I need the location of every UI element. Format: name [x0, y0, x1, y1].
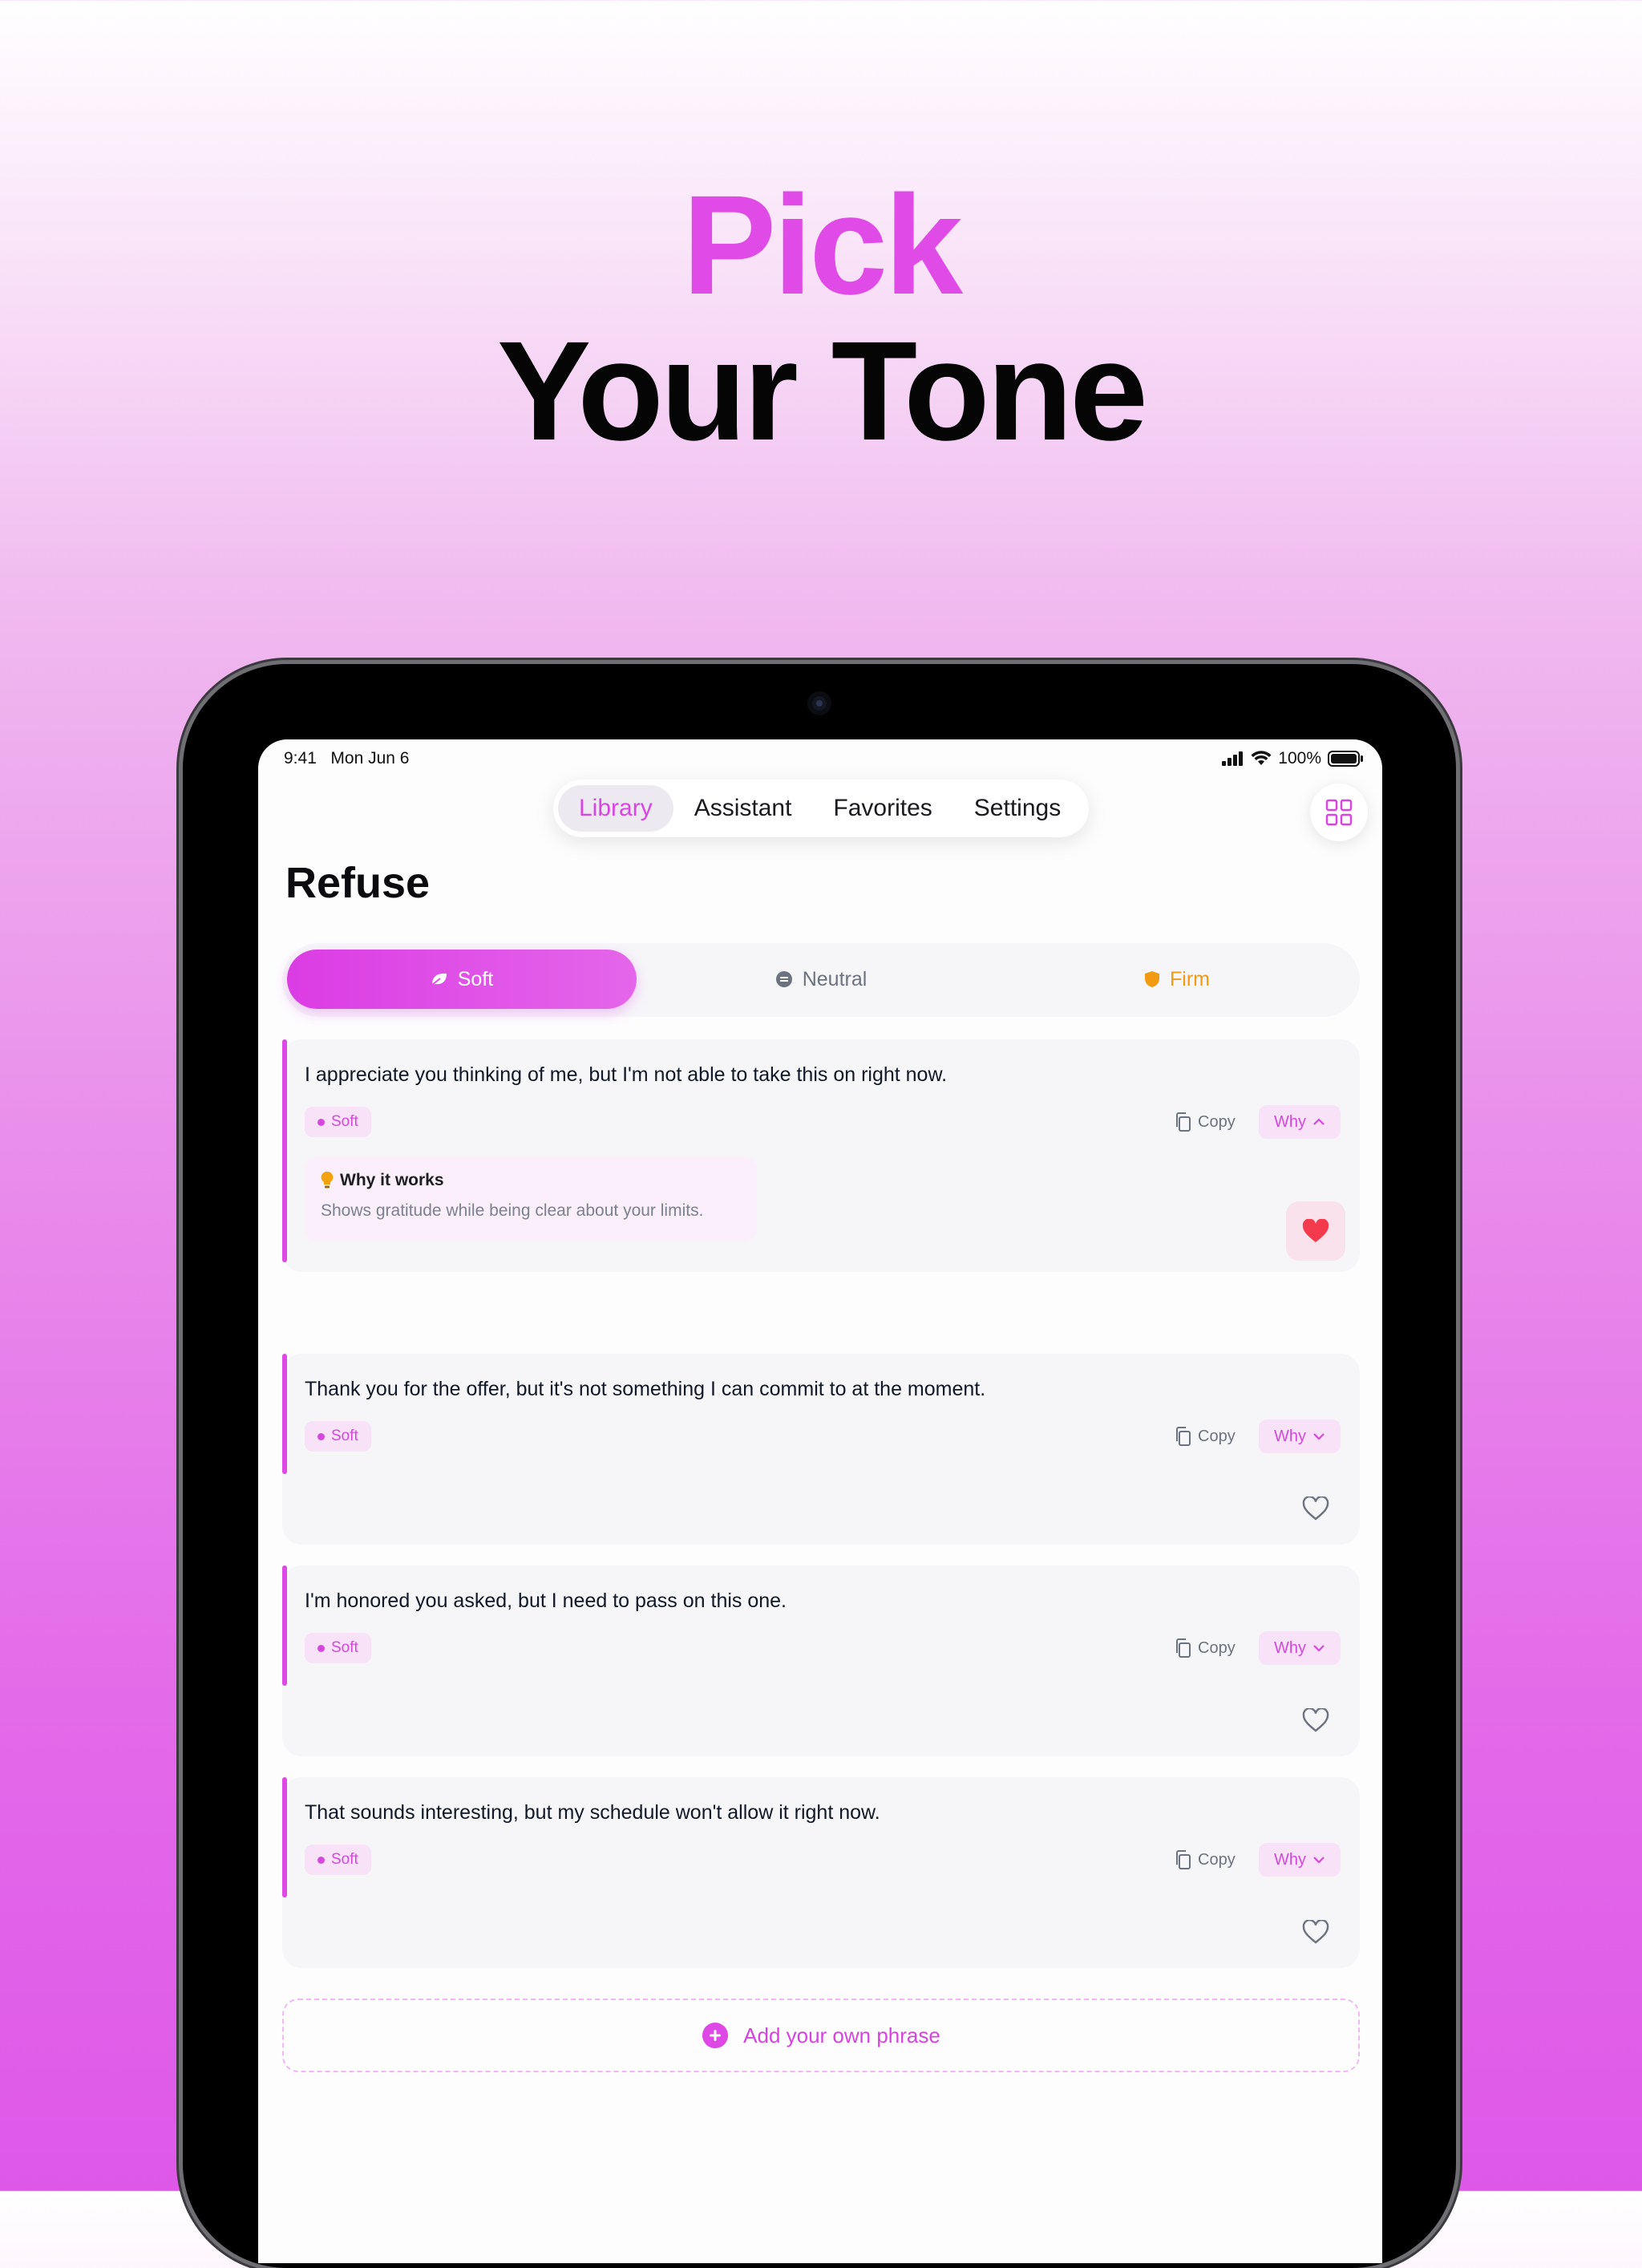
heart-outline-icon [1302, 1496, 1329, 1521]
copy-button[interactable]: Copy [1174, 1421, 1236, 1452]
tone-dot [317, 1432, 325, 1440]
tone-neutral-button[interactable]: Neutral [643, 950, 999, 1009]
device-volume-down-button [1456, 892, 1462, 964]
chevron-down-icon [1313, 1433, 1325, 1440]
tone-soft-button[interactable]: Soft [287, 950, 637, 1009]
why-explanation-panel: Why it works Shows gratitude while being… [305, 1156, 757, 1241]
neutral-icon [775, 971, 792, 987]
tab-library[interactable]: Library [558, 785, 673, 832]
copy-label: Copy [1198, 1638, 1236, 1657]
copy-label: Copy [1198, 1427, 1236, 1445]
status-time: 9:41 [284, 749, 317, 767]
copy-label: Copy [1198, 1112, 1236, 1131]
lightbulb-icon [321, 1171, 334, 1189]
shield-icon [1145, 971, 1159, 987]
battery-percent: 100% [1278, 749, 1321, 767]
copy-icon [1176, 1427, 1191, 1446]
favorite-button[interactable] [1286, 1479, 1345, 1538]
favorite-button[interactable] [1286, 1201, 1345, 1261]
tone-chip: Soft [305, 1845, 371, 1875]
why-label: Why [1274, 1850, 1306, 1869]
add-phrase-label: Add your own phrase [743, 2023, 940, 2047]
add-phrase-button[interactable]: Add your own phrase [282, 1999, 1360, 2072]
tone-chip-label: Soft [331, 1639, 358, 1656]
why-label: Why [1274, 1638, 1306, 1657]
plus-circle-icon [702, 2023, 729, 2048]
tone-chip-label: Soft [331, 1113, 358, 1130]
heart-outline-icon [1302, 1708, 1329, 1732]
phrase-card[interactable]: I'm honored you asked, but I need to pas… [282, 1565, 1360, 1756]
phrase-card[interactable]: I appreciate you thinking of me, but I'm… [282, 1039, 1360, 1272]
status-bar: 9:41 Mon Jun 6 100% [284, 749, 1363, 773]
phrase-text: Thank you for the offer, but it's not so… [305, 1378, 986, 1400]
why-text: Shows gratitude while being clear about … [321, 1201, 704, 1220]
favorite-button[interactable] [1286, 1902, 1345, 1962]
tone-neutral-label: Neutral [802, 967, 868, 990]
copy-button[interactable]: Copy [1174, 1633, 1236, 1663]
card-accent-bar [282, 1354, 287, 1474]
tone-chip: Soft [305, 1421, 371, 1452]
heart-filled-icon [1302, 1219, 1329, 1242]
tab-favorites[interactable]: Favorites [812, 785, 952, 832]
copy-icon [1176, 1850, 1191, 1869]
copy-icon [1176, 1112, 1191, 1132]
grid-icon [1325, 799, 1353, 826]
battery-icon [1328, 751, 1363, 767]
phrase-card[interactable]: Thank you for the offer, but it's not so… [282, 1354, 1360, 1545]
card-accent-bar [282, 1565, 287, 1686]
heart-outline-icon [1302, 1920, 1329, 1944]
tone-dot [317, 1856, 325, 1864]
copy-button[interactable]: Copy [1174, 1107, 1236, 1137]
cellular-signal-icon [1222, 751, 1244, 766]
phrase-card[interactable]: That sounds interesting, but my schedule… [282, 1777, 1360, 1968]
phrase-text: That sounds interesting, but my schedule… [305, 1801, 880, 1824]
phrase-text: I'm honored you asked, but I need to pas… [305, 1590, 787, 1612]
wifi-icon [1251, 751, 1272, 765]
tone-chip: Soft [305, 1107, 371, 1137]
chevron-up-icon [1313, 1118, 1325, 1125]
headline-your-tone: Your Tone [496, 313, 1148, 470]
why-label: Why [1274, 1427, 1306, 1445]
copy-button[interactable]: Copy [1174, 1845, 1236, 1875]
grid-view-button[interactable] [1310, 784, 1368, 841]
tab-assistant[interactable]: Assistant [673, 785, 813, 832]
copy-label: Copy [1198, 1850, 1236, 1869]
top-tab-bar: Library Assistant Favorites Settings [553, 780, 1089, 837]
favorite-button[interactable] [1286, 1691, 1345, 1750]
card-accent-bar [282, 1777, 287, 1897]
phrase-text: I appreciate you thinking of me, but I'm… [305, 1063, 948, 1086]
app-screen: 9:41 Mon Jun 6 100% Library Assistant Fa… [258, 739, 1382, 2263]
tone-dot [317, 1644, 325, 1652]
tab-settings[interactable]: Settings [953, 785, 1082, 832]
tone-chip: Soft [305, 1633, 371, 1663]
why-toggle-button[interactable]: Why [1259, 1105, 1341, 1139]
chevron-down-icon [1313, 1645, 1325, 1652]
tone-chip-label: Soft [331, 1428, 358, 1444]
leaf-icon [431, 973, 447, 986]
front-camera [807, 691, 831, 715]
tone-soft-label: Soft [457, 967, 494, 990]
why-toggle-button[interactable]: Why [1259, 1843, 1341, 1877]
why-label: Why [1274, 1112, 1306, 1131]
status-date: Mon Jun 6 [330, 749, 410, 767]
tone-firm-label: Firm [1170, 967, 1210, 990]
copy-icon [1176, 1638, 1191, 1658]
tone-chip-label: Soft [331, 1851, 358, 1868]
chevron-down-icon [1313, 1857, 1325, 1864]
tone-selector: Soft Neutral Firm [282, 943, 1360, 1017]
tone-firm-button[interactable]: Firm [999, 950, 1355, 1009]
why-title: Why it works [340, 1171, 444, 1189]
why-toggle-button[interactable]: Why [1259, 1420, 1341, 1453]
why-toggle-button[interactable]: Why [1259, 1631, 1341, 1665]
page-title: Refuse [285, 859, 431, 907]
tone-dot [317, 1118, 325, 1126]
card-accent-bar [282, 1039, 287, 1262]
device-volume-up-button [1456, 802, 1462, 874]
headline-pick: Pick [681, 167, 963, 324]
